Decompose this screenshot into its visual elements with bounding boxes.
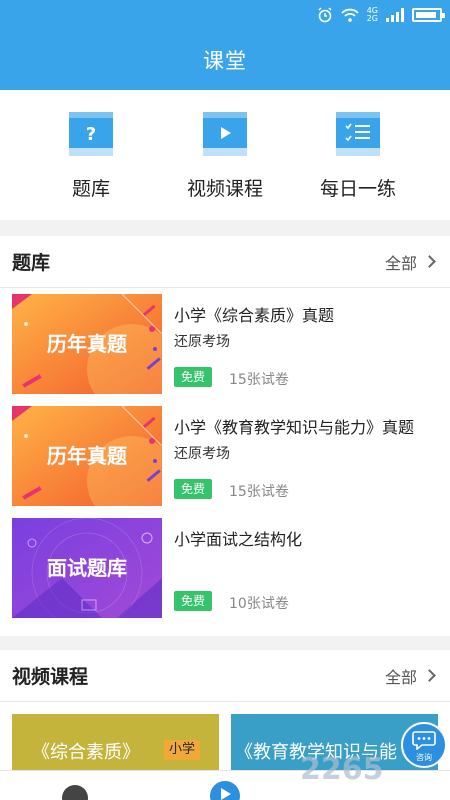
section-header: 视频课程 全部 <box>0 650 450 702</box>
watermark-logo: 2265 <box>300 752 384 787</box>
status-bar: 4G 2G <box>0 0 450 30</box>
view-all-link[interactable]: 全部 <box>385 250 438 274</box>
list-item[interactable]: 历年真题 小学《教育教学知识与能力》真题 还原考场 免费 15张试卷 <box>12 406 438 508</box>
play-tab-icon[interactable] <box>208 779 242 800</box>
status-icons: 4G 2G <box>317 6 445 24</box>
view-all-label: 全部 <box>384 253 417 273</box>
thumbnail: 历年真题 <box>12 406 162 506</box>
video-course-title: 《综合素质》 <box>32 742 140 763</box>
quick-nav-label: 每日一练 <box>319 178 396 200</box>
paper-count: 15张试卷 <box>229 484 289 500</box>
item-subtitle: 还原考场 <box>174 446 230 462</box>
consult-label: 咨询 <box>416 753 432 762</box>
battery-icon <box>412 8 445 22</box>
chevron-right-icon <box>423 255 436 268</box>
video-course-tag: 小学 <box>164 740 201 760</box>
consult-button[interactable]: 咨询 <box>401 722 447 768</box>
section-title: 视频课程 <box>12 666 89 688</box>
checklist-icon <box>336 112 380 156</box>
chat-bubble-icon <box>412 731 436 750</box>
page-title: 课堂 <box>203 49 247 73</box>
section-header: 题库 全部 <box>0 236 450 288</box>
alarm-icon <box>318 7 332 23</box>
video-course-card[interactable]: 《综合素质》 小学 <box>12 714 219 774</box>
item-subtitle: 还原考场 <box>174 334 230 350</box>
signal-icon <box>386 8 404 22</box>
section-title: 题库 <box>12 252 51 274</box>
paper-count: 15张试卷 <box>229 372 289 388</box>
list-item[interactable]: 面试题库 小学面试之结构化 免费 10张试卷 <box>12 518 438 620</box>
quick-nav: ? 题库 视频课程 每日一练 <box>0 90 450 220</box>
svg-text:?: ? <box>86 124 96 145</box>
free-badge: 免费 <box>174 479 213 499</box>
view-all-link[interactable]: 全部 <box>385 664 438 688</box>
thumbnail: 面试题库 <box>12 518 162 618</box>
page-header: 课堂 <box>0 30 450 90</box>
quick-nav-question-bank[interactable]: ? 题库 <box>31 112 151 201</box>
quick-nav-video-courses[interactable]: 视频课程 <box>165 112 285 201</box>
item-title: 小学《综合素质》真题 <box>174 306 335 325</box>
course-tab-icon[interactable] <box>58 781 92 800</box>
thumbnail-text: 历年真题 <box>47 332 128 356</box>
item-title: 小学面试之结构化 <box>174 530 303 549</box>
paper-count: 10张试卷 <box>229 596 289 612</box>
question-bank-section: 题库 全部 历年真题 小学《综合素质》真题 还原考场 免费 15张试卷 历年真题… <box>0 236 450 636</box>
exam-banner-image: 历年真题 <box>12 294 162 394</box>
wifi-icon <box>341 8 359 22</box>
video-play-icon <box>203 112 247 156</box>
interview-banner-image: 面试题库 <box>12 518 162 618</box>
thumbnail-text: 面试题库 <box>47 556 127 580</box>
quick-nav-label: 题库 <box>71 178 110 200</box>
item-title: 小学《教育教学知识与能力》真题 <box>174 418 415 437</box>
network-type: 4G 2G <box>367 7 378 23</box>
list-item[interactable]: 历年真题 小学《综合素质》真题 还原考场 免费 15张试卷 <box>12 294 438 396</box>
question-bank-icon: ? <box>69 112 113 156</box>
exam-banner-image: 历年真题 <box>12 406 162 506</box>
quick-nav-daily-practice[interactable]: 每日一练 <box>298 112 418 201</box>
network-2g-label: 2G <box>366 14 378 23</box>
free-badge: 免费 <box>174 367 213 387</box>
thumbnail: 历年真题 <box>12 294 162 394</box>
thumbnail-text: 历年真题 <box>47 444 128 468</box>
view-all-label: 全部 <box>384 667 417 687</box>
free-badge: 免费 <box>174 591 213 611</box>
chevron-right-icon <box>423 669 436 682</box>
quick-nav-label: 视频课程 <box>186 178 263 200</box>
